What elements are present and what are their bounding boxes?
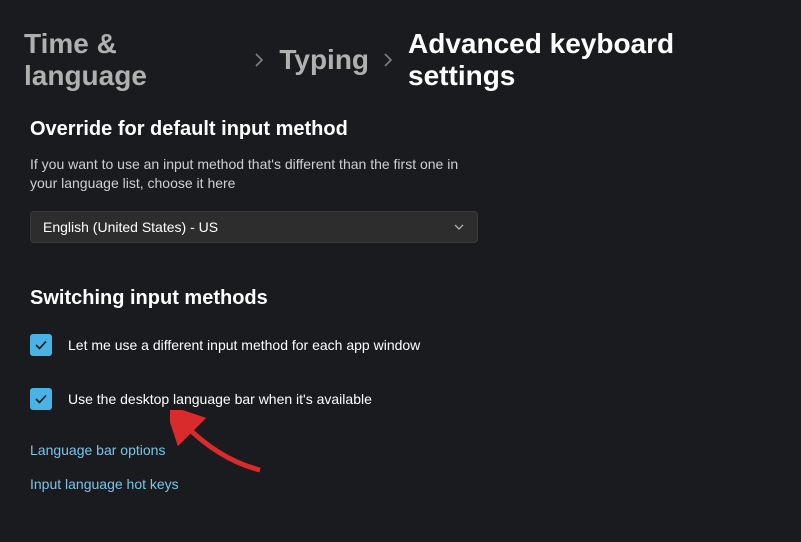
- check-icon: [34, 338, 48, 352]
- checkbox-per-app[interactable]: [30, 334, 52, 356]
- breadcrumb-typing[interactable]: Typing: [279, 44, 369, 76]
- checkbox-language-bar[interactable]: [30, 388, 52, 410]
- chevron-right-icon: [383, 52, 394, 68]
- breadcrumb-time-language[interactable]: Time & language: [24, 28, 240, 92]
- override-description: If you want to use an input method that'…: [30, 155, 475, 193]
- checkbox-per-app-label: Let me use a different input method for …: [68, 337, 420, 353]
- input-method-dropdown[interactable]: English (United States) - US: [30, 211, 478, 243]
- checkbox-row-language-bar: Use the desktop language bar when it's a…: [30, 388, 771, 410]
- check-icon: [34, 392, 48, 406]
- main-content: Override for default input method If you…: [0, 112, 801, 516]
- dropdown-selected-value: English (United States) - US: [43, 219, 218, 235]
- chevron-down-icon: [453, 221, 465, 233]
- breadcrumb-current: Advanced keyboard settings: [408, 28, 777, 92]
- checkbox-language-bar-label: Use the desktop language bar when it's a…: [68, 391, 372, 407]
- switching-section-title: Switching input methods: [30, 287, 771, 310]
- checkbox-row-per-app: Let me use a different input method for …: [30, 334, 771, 356]
- chevron-right-icon: [254, 52, 265, 68]
- input-language-hotkeys-link[interactable]: Input language hot keys: [30, 476, 179, 492]
- breadcrumb: Time & language Typing Advanced keyboard…: [0, 0, 801, 112]
- override-section-title: Override for default input method: [30, 118, 771, 141]
- language-bar-options-link[interactable]: Language bar options: [30, 442, 165, 458]
